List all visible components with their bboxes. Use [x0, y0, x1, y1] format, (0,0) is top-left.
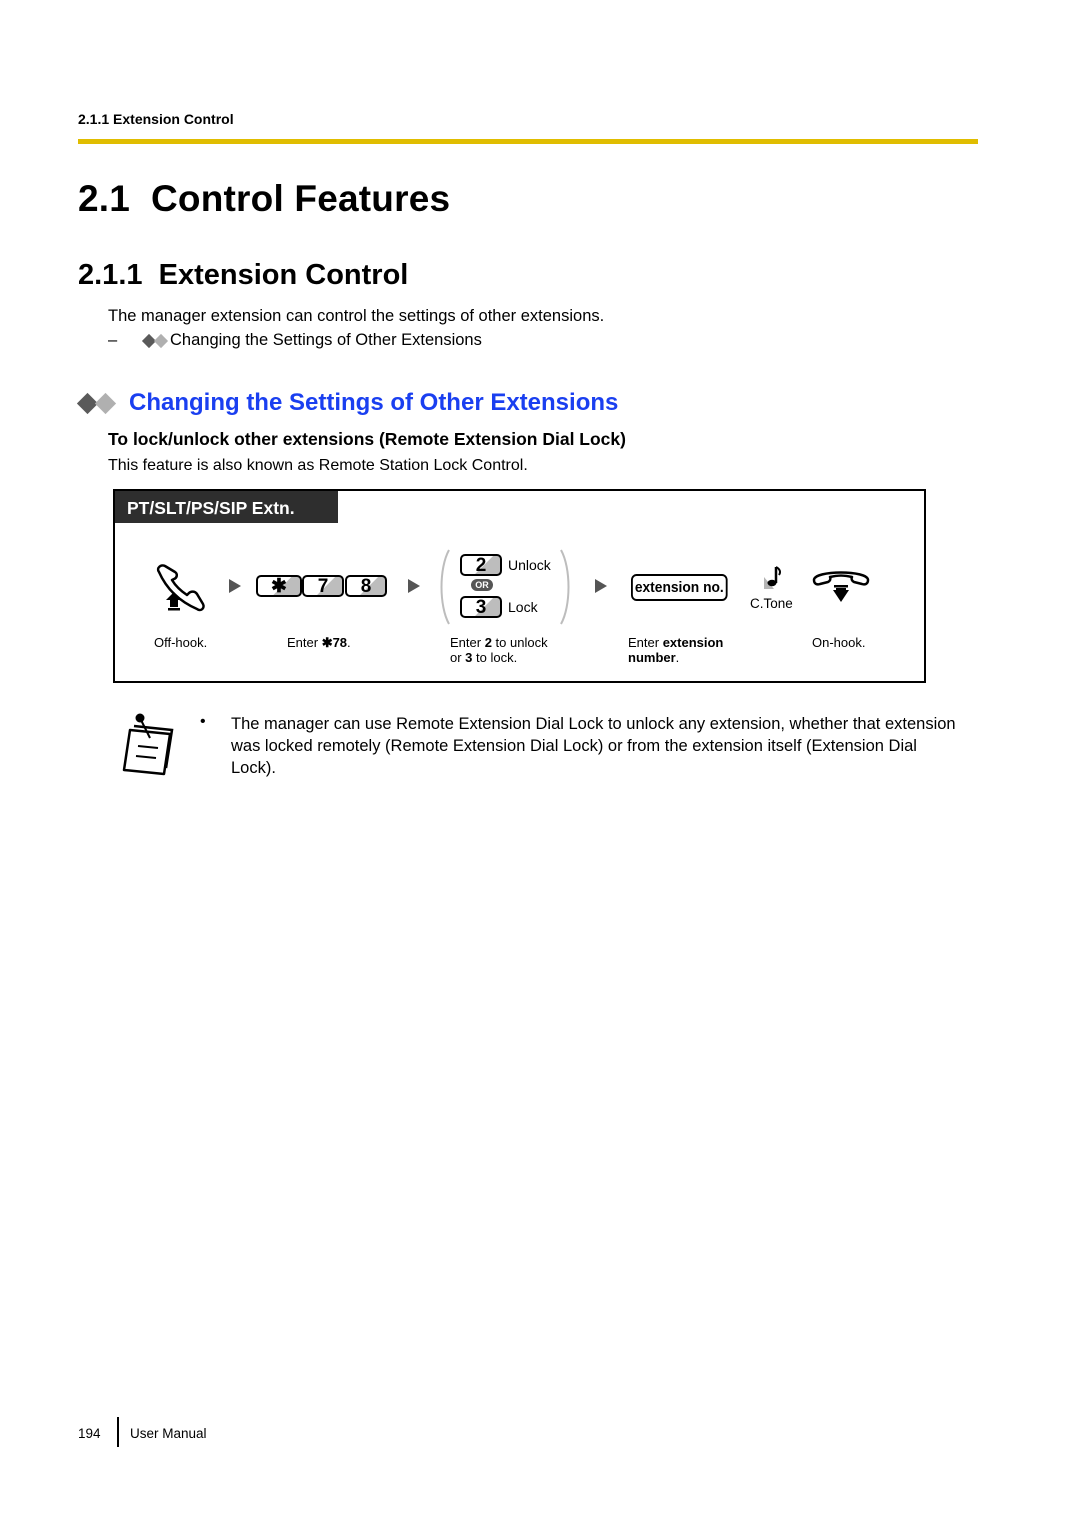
key-2: 2: [460, 554, 502, 576]
note-icon: [122, 713, 174, 776]
step-arrow-icon: [408, 579, 420, 593]
step-caption: On-hook.: [812, 635, 866, 650]
xref-dash: –: [108, 331, 118, 349]
step-caption: Off-hook.: [154, 635, 208, 650]
section-heading: 2.1 Control Features: [78, 178, 450, 220]
unlock-label: Unlock: [508, 557, 551, 573]
tone-label: C.Tone: [750, 596, 793, 611]
procedure-heading: To lock/unlock other extensions (Remote …: [108, 429, 626, 449]
double-diamond-icon: [141, 333, 169, 348]
xref-link[interactable]: Changing the Settings of Other Extension…: [170, 331, 482, 350]
key-8: 8: [345, 575, 387, 597]
key-star: ✱: [256, 575, 302, 597]
procedure-tab-label: PT/SLT/PS/SIP Extn.: [115, 491, 338, 523]
cross-reference[interactable]: – Changing the Settings of Other Extensi…: [108, 331, 482, 350]
subsection-number: 2.1.1: [78, 259, 143, 291]
on-hook-icon: [812, 571, 870, 602]
lock-label: Lock: [508, 599, 538, 615]
aka-text: This feature is also known as Remote Sta…: [108, 457, 528, 474]
subsection-title: Extension Control: [158, 259, 409, 291]
subsection-heading: 2.1.1 Extension Control: [78, 259, 408, 292]
off-hook-icon: [156, 564, 205, 612]
confirmation-tone-icon: [764, 566, 781, 589]
double-diamond-icon: [76, 392, 117, 414]
section-number: 2.1: [78, 178, 131, 219]
footer-doc-title: User Manual: [130, 1426, 207, 1441]
intro-text: The manager extension can control the se…: [108, 307, 605, 325]
step-caption: Enter ✱78.: [287, 635, 351, 650]
note-text: The manager can use Remote Extension Dia…: [231, 715, 956, 777]
page-number: 194: [78, 1426, 101, 1441]
key-3: 3: [460, 596, 502, 618]
header-rule: [78, 139, 978, 144]
step-caption: Enter extension number.: [628, 635, 724, 665]
feature-heading: Changing the Settings of Other Extension…: [76, 389, 619, 417]
note-bullet: •: [200, 713, 206, 730]
step-arrow-icon: [229, 579, 241, 593]
footer-divider: [117, 1417, 119, 1447]
step-arrow-icon: [595, 579, 607, 593]
section-title: Control Features: [151, 178, 451, 219]
step-caption: Enter 2 to unlock or 3 to lock.: [450, 635, 548, 665]
key-7: 7: [302, 575, 344, 597]
running-header: 2.1.1 Extension Control: [78, 111, 234, 127]
option-brackets: [440, 549, 570, 625]
or-badge: OR: [471, 579, 493, 591]
extension-number-box: extension no.: [631, 574, 728, 601]
feature-title: Changing the Settings of Other Extension…: [129, 389, 619, 416]
